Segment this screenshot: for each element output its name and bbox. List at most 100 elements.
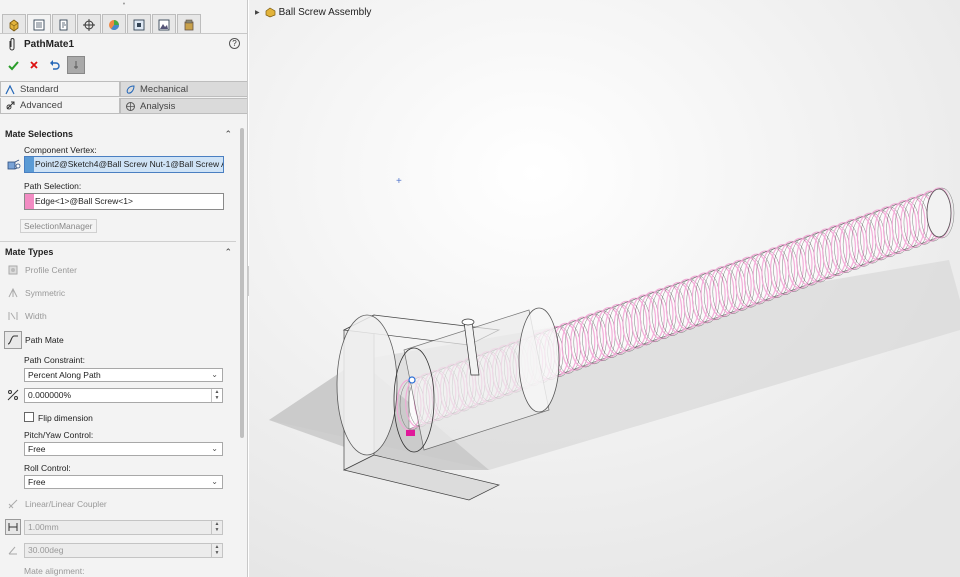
profile-center-label: Profile Center: [25, 265, 77, 275]
symmetric-icon: [4, 284, 22, 302]
appearance-manager-icon[interactable]: [152, 14, 176, 34]
ball-screw-model[interactable]: [249, 0, 960, 577]
path-constraint-select[interactable]: Percent Along Path ⌄: [24, 368, 223, 382]
property-manager-header: PathMate1 ?: [6, 38, 242, 52]
display-manager-icon[interactable]: [102, 14, 126, 34]
symmetric-label: Symmetric: [25, 288, 66, 298]
ok-button[interactable]: [4, 56, 22, 74]
mate-selections-title: Mate Selections: [5, 129, 74, 139]
assembly-icon: [265, 7, 275, 17]
help-icon[interactable]: ?: [229, 38, 240, 49]
path-mate-label: Path Mate: [25, 335, 64, 345]
linear-coupler-option[interactable]: Linear/Linear Coupler: [4, 495, 204, 513]
feature-manager-icon[interactable]: [2, 14, 26, 34]
roll-control-value: Free: [28, 477, 46, 487]
collapse-icon[interactable]: ⌃: [224, 127, 232, 141]
property-manager-title: PathMate1: [24, 39, 75, 50]
roll-control-label: Roll Control:: [24, 463, 71, 473]
mate-selections-icon: [7, 158, 21, 172]
vertex-color-swatch: [25, 157, 34, 172]
width-icon: [4, 307, 22, 325]
keep-visible-button[interactable]: [67, 56, 85, 74]
path-constraint-label: Path Constraint:: [24, 355, 85, 365]
paperclip-icon: [9, 38, 15, 51]
tab-analysis[interactable]: Analysis: [120, 98, 247, 114]
distance-input[interactable]: 1.00mm ▲ ▼: [24, 520, 223, 535]
path-constraint-value: Percent Along Path: [28, 370, 101, 380]
lube-boss-cap: [461, 318, 475, 326]
nut-far-ring: [518, 307, 560, 413]
tab-advanced-label: Advanced: [20, 100, 63, 111]
tab-advanced[interactable]: Advanced: [0, 98, 120, 114]
origin-marker: +: [396, 176, 402, 187]
pushpin-icon: [74, 61, 78, 69]
percent-along-path-input[interactable]: 0.000000% ▲ ▼: [24, 388, 223, 403]
panel-grip[interactable]: •: [118, 1, 130, 8]
tab-standard-label: Standard: [20, 83, 59, 95]
standard-mates-icon: [5, 84, 15, 94]
chevron-down-icon: ⌄: [211, 444, 218, 453]
spin-arrows[interactable]: ▲ ▼: [211, 521, 222, 534]
pitch-yaw-select[interactable]: Free ⌄: [24, 442, 223, 456]
path-mate-icon: [4, 331, 22, 349]
percent-value: 0.000000%: [28, 390, 72, 400]
property-manager-icon[interactable]: [27, 14, 51, 34]
manager-tab-bar: [2, 14, 202, 34]
distance-icon: [5, 519, 21, 535]
flip-dimension-checkbox[interactable]: [24, 412, 34, 422]
spin-arrows[interactable]: ▲ ▼: [211, 544, 222, 557]
pitch-yaw-value: Free: [28, 444, 46, 454]
roll-control-select[interactable]: Free ⌄: [24, 475, 223, 489]
cam-manager-icon[interactable]: [127, 14, 151, 34]
linear-coupler-label: Linear/Linear Coupler: [25, 499, 107, 509]
path-selection-field[interactable]: Edge<1>@Ball Screw<1>: [24, 193, 224, 210]
path-start-marker: [406, 430, 415, 436]
component-vertex-field[interactable]: Point2@Sketch4@Ball Screw Nut-1@Ball Scr…: [24, 156, 224, 173]
dimxpert-manager-icon[interactable]: [77, 14, 101, 34]
tab-mechanical-label: Mechanical: [140, 83, 189, 95]
mate-types-title: Mate Types: [5, 247, 54, 257]
tab-divider: [0, 33, 247, 34]
panel-scrollbar[interactable]: [240, 128, 244, 438]
flip-dimension-label: Flip dimension: [38, 413, 93, 423]
linear-coupler-icon: [4, 495, 22, 513]
collapse-icon[interactable]: ⌃: [224, 245, 232, 259]
width-label: Width: [25, 311, 47, 321]
path-mate-option[interactable]: Path Mate: [4, 331, 204, 349]
tab-standard[interactable]: Standard: [0, 81, 120, 97]
symmetric-option[interactable]: Symmetric: [4, 284, 204, 302]
property-manager-panel: • PathMate1 ? Standard Mechanical Advanc…: [0, 0, 248, 577]
component-vertex-label: Component Vertex:: [24, 145, 97, 155]
pitch-yaw-label: Pitch/Yaw Control:: [24, 430, 94, 440]
mate-alignment-label: Mate alignment:: [24, 566, 85, 576]
percent-along-path-icon: [5, 387, 21, 403]
chevron-down-icon: ⌄: [211, 370, 218, 379]
profile-center-option[interactable]: Profile Center: [4, 261, 204, 279]
angle-input[interactable]: 30.00deg ▲ ▼: [24, 543, 223, 558]
mate-type-tabs: Standard Mechanical Advanced Analysis: [0, 81, 247, 115]
distance-value: 1.00mm: [28, 522, 59, 532]
checkmark-icon: [7, 60, 19, 70]
property-manager-actions: [4, 56, 88, 74]
configuration-manager-icon[interactable]: [52, 14, 76, 34]
width-option[interactable]: Width: [4, 307, 204, 325]
profile-center-icon: [4, 261, 22, 279]
undo-icon: [50, 60, 60, 70]
feature-tree-root[interactable]: ▶ Ball Screw Assembly: [255, 5, 371, 19]
screw-end-cap: [926, 188, 952, 238]
spin-arrows[interactable]: ▲ ▼: [211, 389, 222, 402]
tab-mechanical[interactable]: Mechanical: [120, 81, 247, 97]
path-selection-value: Edge<1>@Ball Screw<1>: [35, 196, 133, 206]
graphics-viewport[interactable]: ▶ Ball Screw Assembly +: [249, 0, 960, 577]
close-icon: [30, 61, 38, 69]
angle-value: 30.00deg: [28, 545, 64, 555]
design-checker-icon[interactable]: [177, 14, 201, 34]
undo-button[interactable]: [46, 56, 64, 74]
mate-types-header[interactable]: Mate Types ⌃: [0, 245, 240, 259]
mate-selections-header[interactable]: Mate Selections ⌃: [0, 127, 240, 141]
selection-manager-button[interactable]: SelectionManager: [20, 219, 97, 233]
tree-root-label: Ball Screw Assembly: [278, 6, 372, 18]
cancel-button[interactable]: [25, 56, 43, 74]
path-color-swatch: [25, 194, 34, 209]
expand-arrow-icon[interactable]: ▶: [255, 9, 260, 16]
